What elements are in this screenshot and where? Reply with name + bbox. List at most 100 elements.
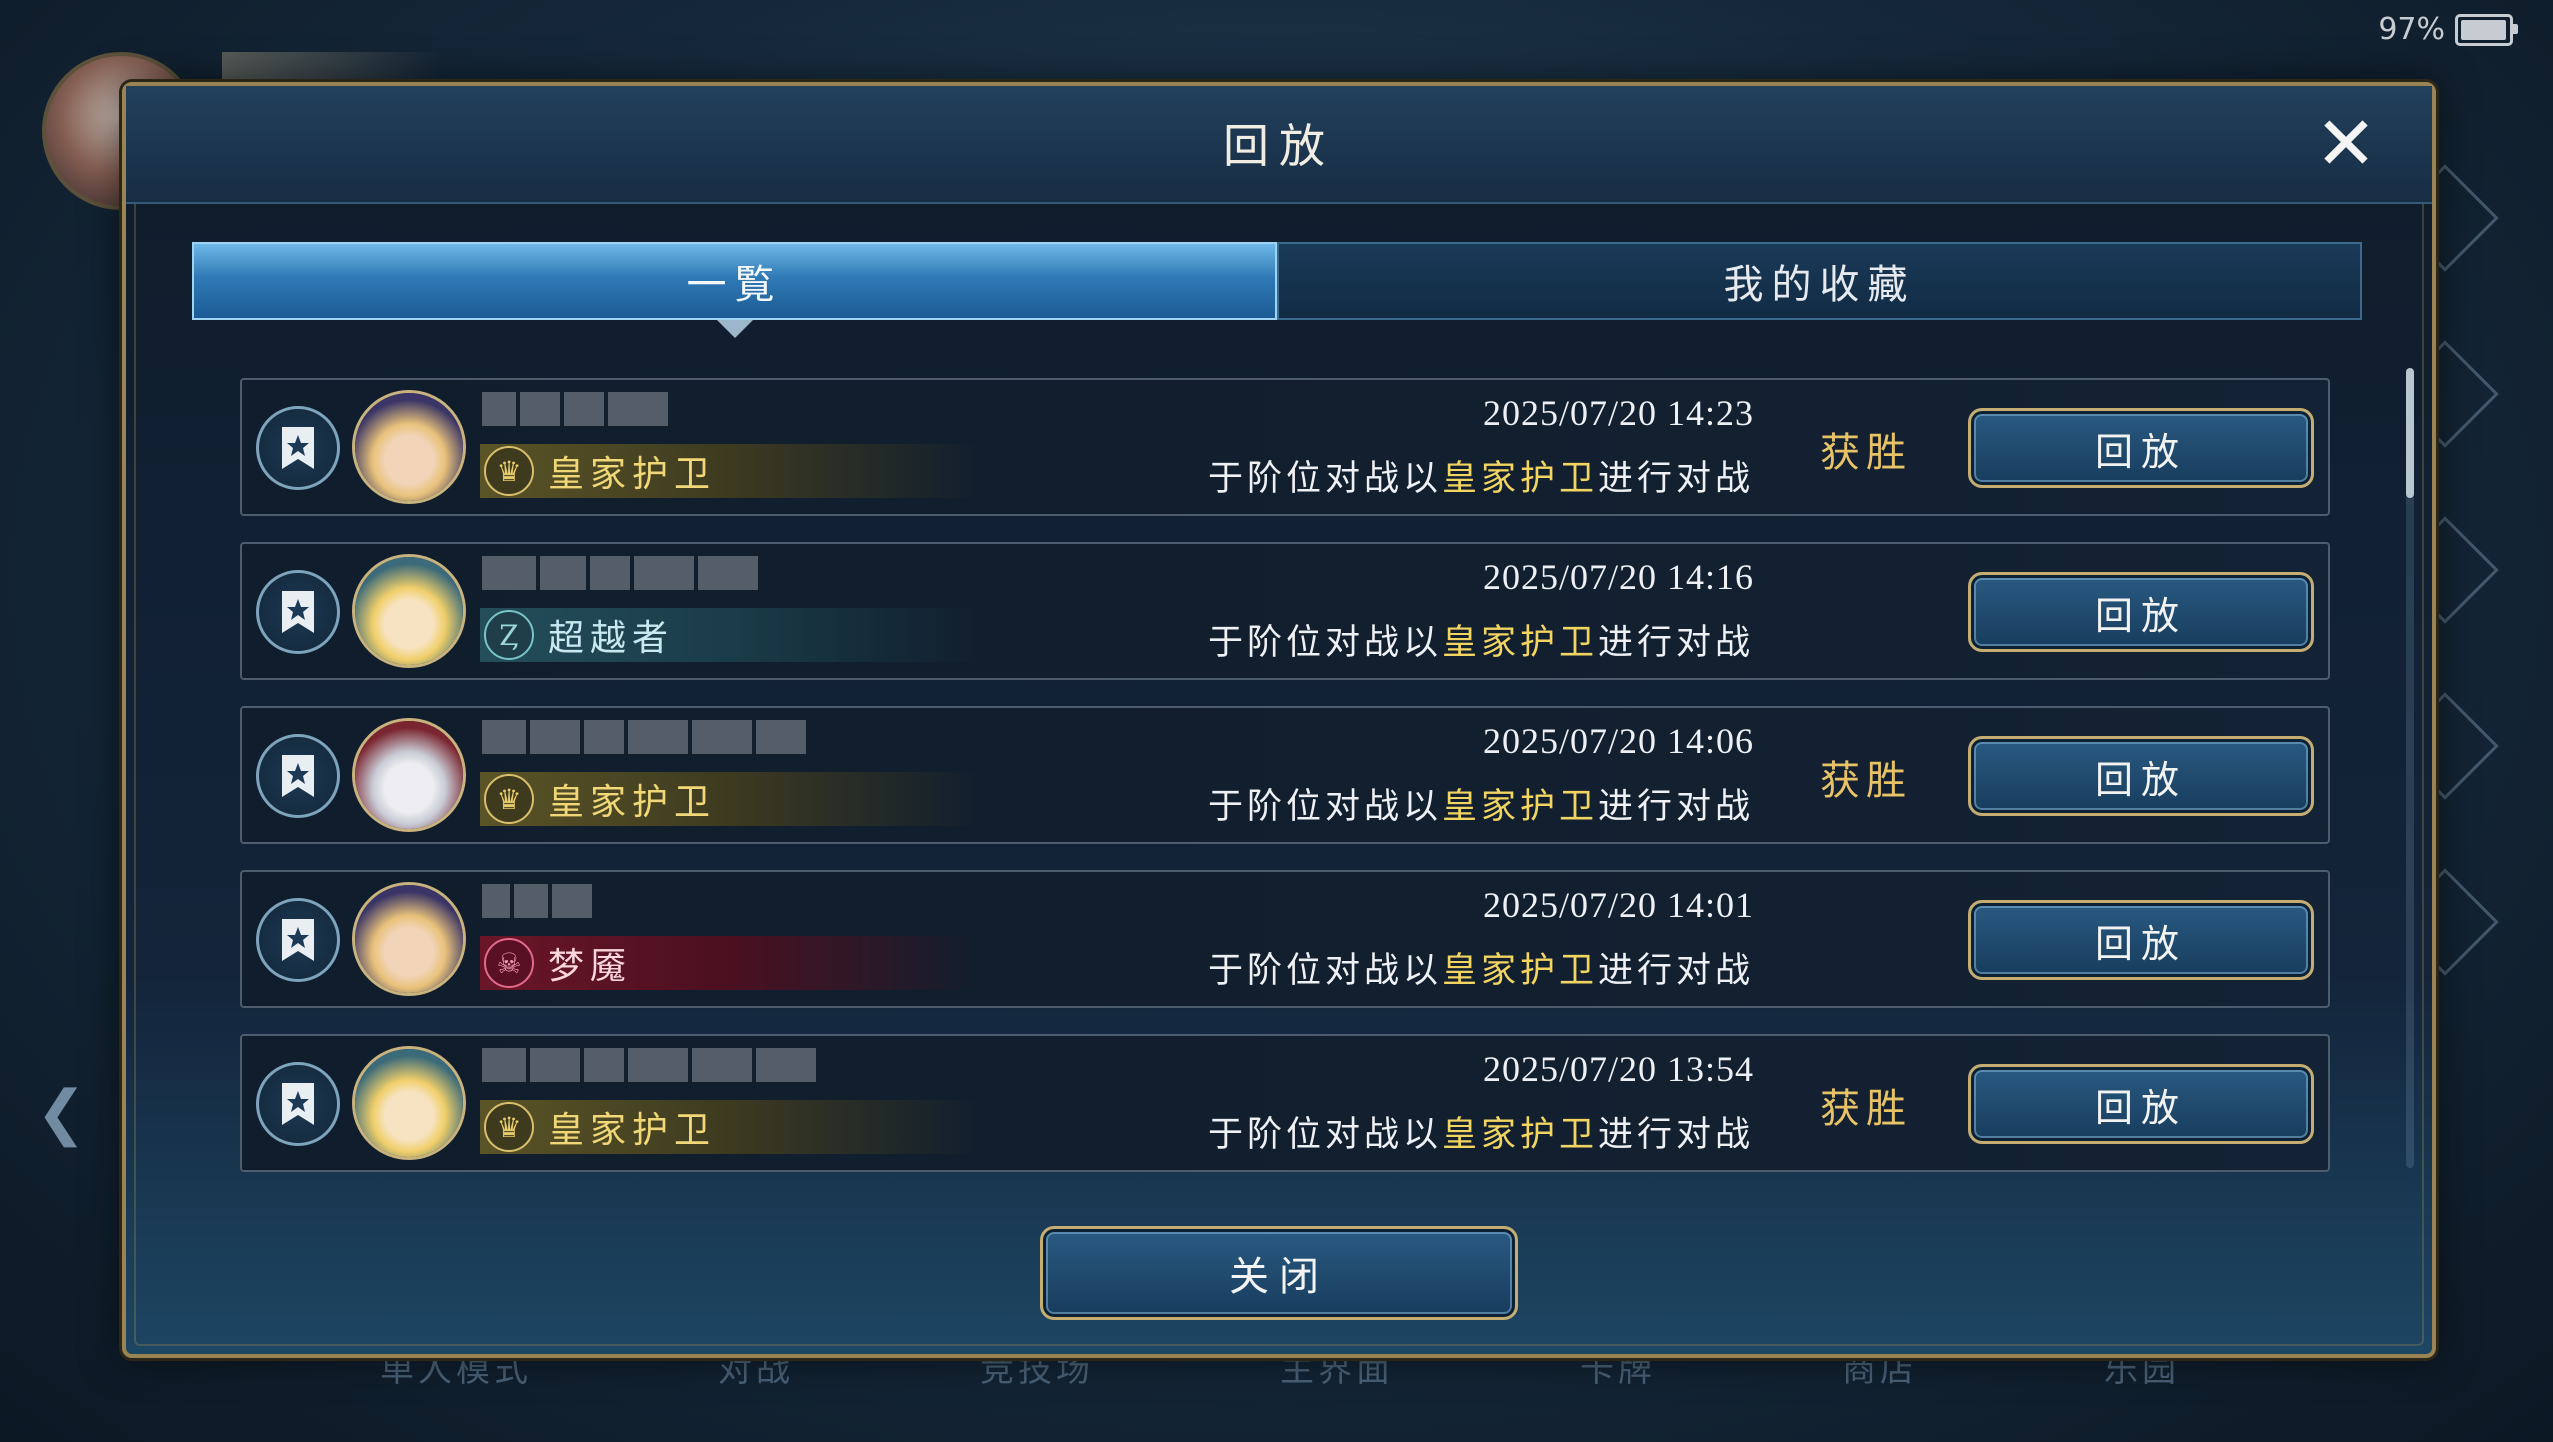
- opponent-class-name: 皇家护卫: [548, 782, 717, 823]
- replay-row: ♛ 皇家护卫 2025/07/20 14:23 于阶位对战以皇家护卫进行对战 获…: [240, 378, 2330, 516]
- name-pixel-block: [756, 720, 806, 754]
- name-pixel-block: [482, 1048, 526, 1082]
- desc-prefix: 于阶位对战以: [1207, 1115, 1442, 1155]
- result-label: 获胜: [1820, 430, 1912, 476]
- opponent-name-blurred: [482, 1048, 820, 1086]
- desc-player-class: 皇家护卫: [1441, 787, 1598, 827]
- dialog-title: 回放: [1223, 119, 1335, 173]
- left-arrow-icon: ❮: [36, 1078, 87, 1148]
- match-description: 于阶位对战以皇家护卫进行对战: [1208, 778, 1754, 829]
- battery-fill: [2461, 19, 2506, 40]
- close-icon[interactable]: ✕: [2308, 106, 2384, 182]
- transcendent-icon: Ȥ: [484, 610, 534, 660]
- replay-list: ♛ 皇家护卫 2025/07/20 14:23 于阶位对战以皇家护卫进行对战 获…: [240, 378, 2330, 1198]
- name-pixel-block: [482, 720, 526, 754]
- scrollbar[interactable]: [2406, 368, 2414, 1168]
- bookmark-star-icon: [282, 1083, 314, 1125]
- crown-icon: ♛: [484, 1102, 534, 1152]
- crown-icon: ♛: [484, 774, 534, 824]
- match-description: 于阶位对战以皇家护卫进行对战: [1208, 1106, 1754, 1157]
- name-pixel-block: [564, 392, 604, 426]
- replay-button[interactable]: 回放: [1968, 900, 2314, 980]
- name-pixel-block: [692, 1048, 752, 1082]
- bookmark-star-icon: [282, 755, 314, 797]
- desc-player-class: 皇家护卫: [1441, 951, 1598, 991]
- name-pixel-block: [590, 556, 630, 590]
- opponent-avatar: [352, 554, 466, 668]
- name-pixel-block: [628, 720, 688, 754]
- bookmark-button[interactable]: [256, 898, 340, 982]
- battery-icon: [2455, 13, 2518, 46]
- name-pixel-block: [584, 1048, 624, 1082]
- result-label: 获胜: [1820, 758, 1912, 804]
- name-pixel-block: [514, 884, 548, 918]
- name-pixel-block: [530, 1048, 580, 1082]
- opponent-name-blurred: [482, 392, 672, 430]
- bookmark-button[interactable]: [256, 1062, 340, 1146]
- desc-suffix: 进行对战: [1597, 623, 1754, 663]
- name-pixel-block: [520, 392, 560, 426]
- opponent-class-name: 皇家护卫: [548, 1110, 717, 1151]
- replay-button[interactable]: 回放: [1968, 1064, 2314, 1144]
- name-pixel-block: [628, 1048, 688, 1082]
- opponent-avatar: [352, 882, 466, 996]
- name-pixel-block: [608, 392, 668, 426]
- match-datetime: 2025/07/20 14:06: [1482, 721, 1754, 761]
- match-datetime: 2025/07/20 14:16: [1482, 557, 1754, 597]
- name-pixel-block: [540, 556, 586, 590]
- replay-button[interactable]: 回放: [1968, 572, 2314, 652]
- opponent-class-badge: ♛ 皇家护卫: [480, 772, 980, 826]
- name-pixel-block: [482, 884, 510, 918]
- name-pixel-block: [552, 884, 592, 918]
- desc-prefix: 于阶位对战以: [1207, 951, 1442, 991]
- desc-prefix: 于阶位对战以: [1207, 787, 1442, 827]
- battery-percent: 97%: [2378, 12, 2445, 47]
- desc-prefix: 于阶位对战以: [1207, 459, 1442, 499]
- opponent-name-blurred: [482, 720, 810, 758]
- opponent-class-badge: ♛ 皇家护卫: [480, 444, 980, 498]
- name-pixel-block: [692, 720, 752, 754]
- replay-button[interactable]: 回放: [1968, 408, 2314, 488]
- bookmark-button[interactable]: [256, 570, 340, 654]
- scrollbar-thumb[interactable]: [2406, 368, 2414, 498]
- name-pixel-block: [634, 556, 694, 590]
- match-datetime: 2025/07/20 14:23: [1482, 393, 1754, 433]
- opponent-class-badge: Ȥ 超越者: [480, 608, 980, 662]
- result-label: 获胜: [1820, 1086, 1912, 1132]
- bookmark-button[interactable]: [256, 406, 340, 490]
- name-pixel-block: [482, 392, 516, 426]
- match-datetime: 2025/07/20 13:54: [1482, 1049, 1754, 1089]
- opponent-avatar: [352, 390, 466, 504]
- replay-row: ☠ 梦魇 2025/07/20 14:01 于阶位对战以皇家护卫进行对战 回放: [240, 870, 2330, 1008]
- name-pixel-block: [698, 556, 758, 590]
- replay-button[interactable]: 回放: [1968, 736, 2314, 816]
- bookmark-star-icon: [282, 427, 314, 469]
- desc-player-class: 皇家护卫: [1441, 459, 1598, 499]
- desc-suffix: 进行对战: [1597, 1115, 1754, 1155]
- opponent-class-name: 超越者: [548, 618, 675, 659]
- close-button[interactable]: 关闭: [1040, 1226, 1518, 1320]
- match-description: 于阶位对战以皇家护卫进行对战: [1208, 614, 1754, 665]
- opponent-name-blurred: [482, 556, 762, 594]
- replay-row: ♛ 皇家护卫 2025/07/20 14:06 于阶位对战以皇家护卫进行对战 获…: [240, 706, 2330, 844]
- bookmark-button[interactable]: [256, 734, 340, 818]
- replay-dialog: 回放 ✕ 一覧 我的收藏 ♛ 皇家护卫 2025/07/20 14:23 于阶位…: [122, 82, 2436, 1358]
- tab-bar: 一覧 我的收藏: [192, 242, 2362, 338]
- desc-prefix: 于阶位对战以: [1207, 623, 1442, 663]
- opponent-name-blurred: [482, 884, 596, 922]
- name-pixel-block: [584, 720, 624, 754]
- battery-indicator: 97%: [2378, 12, 2518, 47]
- tab-my-favorites[interactable]: 我的收藏: [1277, 242, 2362, 320]
- replay-row: Ȥ 超越者 2025/07/20 14:16 于阶位对战以皇家护卫进行对战 回放: [240, 542, 2330, 680]
- name-pixel-block: [482, 556, 536, 590]
- name-pixel-block: [530, 720, 580, 754]
- crown-icon: ♛: [484, 446, 534, 496]
- opponent-class-name: 梦魇: [548, 946, 633, 987]
- bookmark-star-icon: [282, 591, 314, 633]
- opponent-class-badge: ☠ 梦魇: [480, 936, 980, 990]
- nightmare-icon: ☠: [484, 938, 534, 988]
- tab-overview[interactable]: 一覧: [192, 242, 1277, 338]
- desc-player-class: 皇家护卫: [1441, 1115, 1598, 1155]
- desc-player-class: 皇家护卫: [1441, 623, 1598, 663]
- dialog-header: 回放 ✕: [126, 86, 2432, 204]
